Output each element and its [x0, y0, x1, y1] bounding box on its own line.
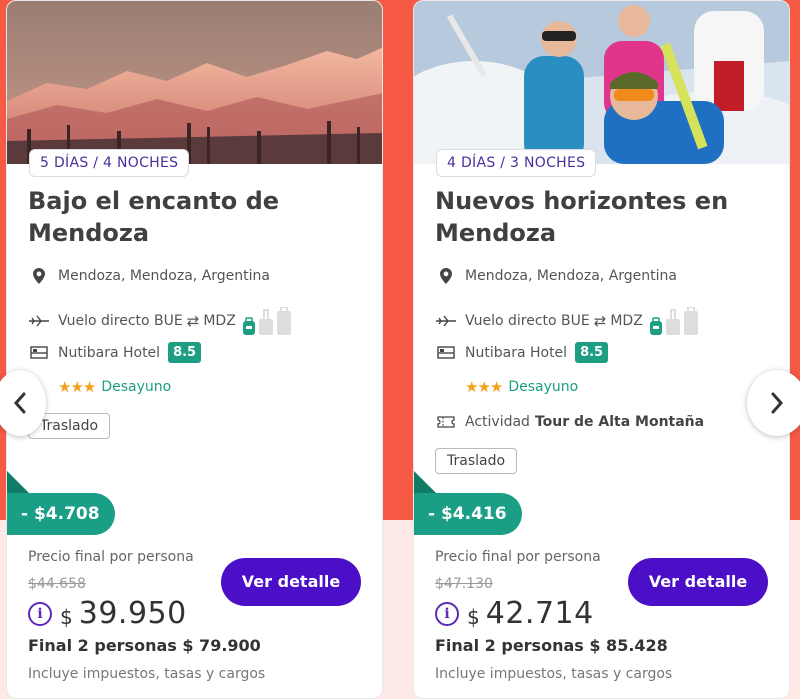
taxes-note: Incluye impuestos, tasas y cargos: [435, 666, 673, 682]
flight-destination: MDZ: [610, 313, 643, 329]
hotel-name[interactable]: Nutibara Hotel: [58, 345, 160, 361]
package-card[interactable]: 5 DÍAS / 4 NOCHES Bajo el encanto de Men…: [6, 0, 383, 699]
meal-plan: Desayuno: [101, 379, 172, 395]
info-icon[interactable]: i: [28, 601, 52, 626]
hotel-name[interactable]: Nutibara Hotel: [465, 345, 567, 361]
old-price: $47.130: [435, 576, 493, 592]
flight-row: Vuelo directo BUE ⇄ MDZ: [435, 307, 699, 335]
location-row: Mendoza, Mendoza, Argentina: [28, 267, 270, 285]
price-amount: 42.714: [485, 596, 594, 631]
map-pin-icon: [28, 267, 50, 285]
activity-row: Actividad Tour de Alta Montaña: [435, 413, 704, 431]
flight-text: Vuelo directo BUE: [465, 313, 590, 329]
discount-ribbon-fold: [414, 471, 436, 493]
plane-icon: [28, 312, 50, 330]
duration-badge: 5 DÍAS / 4 NOCHES: [29, 149, 190, 177]
map-pin-icon: [435, 267, 457, 285]
meal-plan: Desayuno: [508, 379, 579, 395]
carry-on-icon: [665, 309, 680, 335]
backpack-icon: [649, 317, 662, 335]
bed-icon: [435, 344, 457, 362]
discount-badge: - $4.416: [414, 493, 522, 535]
star-rating: ★★★: [465, 378, 503, 396]
hotel-row: Nutibara Hotel 8.5: [28, 342, 202, 363]
hero-image-skiers[interactable]: [414, 1, 789, 164]
activity-label: Actividad: [465, 414, 530, 430]
swap-icon: ⇄: [593, 312, 607, 330]
old-price: $44.658: [28, 576, 86, 592]
package-title[interactable]: Nuevos horizontes en Mendoza: [435, 185, 775, 249]
chevron-left-icon: [13, 392, 26, 414]
bed-icon: [28, 344, 50, 362]
chevron-right-icon: [771, 392, 784, 414]
location-text: Mendoza, Mendoza, Argentina: [465, 268, 677, 284]
star-rating: ★★★: [58, 378, 96, 396]
swap-icon: ⇄: [186, 312, 200, 330]
view-detail-button[interactable]: Ver detalle: [221, 558, 361, 606]
baggage-icons: [242, 307, 292, 335]
location-text: Mendoza, Mendoza, Argentina: [58, 268, 270, 284]
price-area: Precio final por persona $47.130 i $ 42.…: [414, 536, 789, 698]
final-price: i $ 39.950: [28, 596, 187, 631]
ticket-icon: [435, 413, 457, 431]
package-title[interactable]: Bajo el encanto de Mendoza: [28, 185, 368, 249]
carry-on-icon: [258, 309, 273, 335]
carousel-next-button[interactable]: [747, 370, 800, 436]
hotel-category-row: ★★★ Desayuno: [58, 378, 171, 396]
currency-symbol: $: [467, 604, 480, 629]
location-row: Mendoza, Mendoza, Argentina: [435, 267, 677, 285]
total-price: Final 2 personas $ 85.428: [435, 636, 668, 655]
hotel-category-row: ★★★ Desayuno: [465, 378, 578, 396]
discount-badge: - $4.708: [7, 493, 115, 535]
taxes-note: Incluye impuestos, tasas y cargos: [28, 666, 266, 682]
baggage-icons: [649, 307, 699, 335]
discount-ribbon-fold: [7, 471, 29, 493]
price-label: Precio final por persona: [435, 549, 601, 565]
currency-symbol: $: [60, 604, 73, 629]
view-detail-button[interactable]: Ver detalle: [628, 558, 768, 606]
duration-badge: 4 DÍAS / 3 NOCHES: [436, 149, 597, 177]
package-card[interactable]: 4 DÍAS / 3 NOCHES Nuevos horizontes en M…: [413, 0, 790, 699]
hotel-row: Nutibara Hotel 8.5: [435, 342, 609, 363]
activity-name: Tour de Alta Montaña: [534, 414, 705, 430]
hero-image-mountains[interactable]: [7, 1, 382, 164]
plane-icon: [435, 312, 457, 330]
flight-row: Vuelo directo BUE ⇄ MDZ: [28, 307, 292, 335]
backpack-icon: [242, 317, 255, 335]
price-label: Precio final por persona: [28, 549, 194, 565]
price-amount: 39.950: [78, 596, 187, 631]
price-area: Precio final por persona $44.658 i $ 39.…: [7, 536, 382, 698]
flight-text: Vuelo directo BUE: [58, 313, 183, 329]
transfer-tag: Traslado: [435, 448, 518, 474]
hotel-score: 8.5: [168, 342, 202, 363]
flight-destination: MDZ: [203, 313, 236, 329]
hotel-score: 8.5: [575, 342, 609, 363]
suitcase-icon: [276, 307, 291, 335]
suitcase-icon: [683, 307, 698, 335]
info-icon[interactable]: i: [435, 601, 459, 626]
final-price: i $ 42.714: [435, 596, 594, 631]
total-price: Final 2 personas $ 79.900: [28, 636, 261, 655]
